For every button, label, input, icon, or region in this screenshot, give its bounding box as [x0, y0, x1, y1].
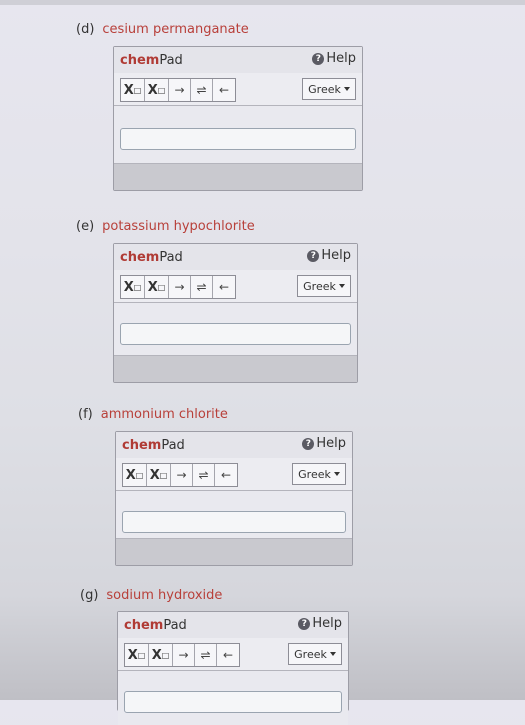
compound-name: potassium hypochlorite [102, 219, 255, 234]
chempad-brand: chemPad [124, 618, 187, 633]
help-icon: ? [302, 437, 315, 450]
greek-dropdown[interactable]: Greek [302, 78, 356, 100]
formula-input[interactable] [122, 511, 346, 533]
chempad-header: chemPad ? Help [116, 432, 352, 459]
format-tools: X □ X □ → ⇌ ← [120, 275, 236, 299]
help-icon: ? [307, 249, 320, 262]
greek-dropdown[interactable]: Greek [292, 463, 346, 485]
equilibrium-arrow-button[interactable]: ⇌ [195, 644, 217, 666]
formula-input[interactable] [124, 691, 342, 713]
format-tools: X □ X □ → ⇌ ← [122, 463, 238, 487]
greek-dropdown[interactable]: Greek [288, 643, 342, 665]
input-area [114, 106, 362, 160]
chempad-header: chemPad ? Help [118, 612, 348, 639]
chempad-header: chemPad ? Help [114, 244, 357, 271]
chempad-d: chemPad ? Help X □ X □ → ⇌ ← Greek [113, 46, 363, 191]
help-link[interactable]: ? Help [298, 616, 342, 631]
reaction-arrow-button[interactable]: → [173, 644, 195, 666]
chempad-toolbar: X □ X □ → ⇌ ← Greek [118, 638, 348, 671]
help-icon: ? [312, 52, 325, 65]
caret-down-icon [333, 472, 340, 476]
reaction-arrow-button[interactable]: → [171, 464, 193, 486]
input-area [118, 671, 348, 725]
input-area [114, 303, 357, 353]
chempad-brand: chemPad [120, 250, 183, 265]
chempad-f: chemPad ? Help X □ X □ → ⇌ ← Greek [115, 431, 353, 566]
chempad-e: chemPad ? Help X □ X □ → ⇌ ← Greek [113, 243, 358, 383]
backspace-button[interactable]: ← [215, 464, 237, 486]
question-e-label: (e) potassium hypochlorite [76, 219, 255, 234]
equilibrium-arrow-button[interactable]: ⇌ [191, 79, 213, 101]
format-tools: X □ X □ → ⇌ ← [124, 643, 240, 667]
question-f-label: (f) ammonium chlorite [78, 407, 228, 422]
help-icon: ? [298, 617, 311, 630]
reaction-arrow-button[interactable]: → [169, 79, 191, 101]
caret-down-icon [338, 284, 345, 288]
subscript-button[interactable]: X □ [123, 464, 147, 486]
question-letter: (f) [78, 407, 93, 422]
backspace-button[interactable]: ← [213, 276, 235, 298]
chempad-toolbar: X □ X □ → ⇌ ← Greek [116, 458, 352, 491]
chempad-brand: chemPad [122, 438, 185, 453]
top-divider [0, 0, 525, 5]
chempad-g: chemPad ? Help X □ X □ → ⇌ ← Greek [117, 611, 349, 725]
subscript-button[interactable]: X □ [121, 276, 145, 298]
compound-name: cesium permanganate [102, 22, 249, 37]
superscript-button[interactable]: X □ [147, 464, 171, 486]
greek-dropdown[interactable]: Greek [297, 275, 351, 297]
compound-name: ammonium chlorite [100, 407, 228, 422]
subscript-button[interactable]: X □ [125, 644, 149, 666]
superscript-button[interactable]: X □ [145, 276, 169, 298]
reaction-arrow-button[interactable]: → [169, 276, 191, 298]
question-letter: (e) [76, 219, 95, 234]
equilibrium-arrow-button[interactable]: ⇌ [191, 276, 213, 298]
caret-down-icon [343, 87, 350, 91]
equilibrium-arrow-button[interactable]: ⇌ [193, 464, 215, 486]
question-letter: (d) [76, 22, 95, 37]
format-tools: X □ X □ → ⇌ ← [120, 78, 236, 102]
chempad-brand: chemPad [120, 53, 183, 68]
caret-down-icon [329, 652, 336, 656]
subscript-button[interactable]: X □ [121, 79, 145, 101]
chempad-toolbar: X □ X □ → ⇌ ← Greek [114, 270, 357, 303]
compound-name: sodium hydroxide [106, 588, 223, 603]
chempad-toolbar: X □ X □ → ⇌ ← Greek [114, 73, 362, 106]
formula-input[interactable] [120, 323, 351, 345]
question-letter: (g) [80, 588, 99, 603]
help-link[interactable]: ? Help [307, 248, 351, 263]
input-area [116, 491, 352, 539]
chempad-footer [116, 538, 352, 565]
chempad-header: chemPad ? Help [114, 47, 362, 74]
superscript-button[interactable]: X □ [149, 644, 173, 666]
superscript-button[interactable]: X □ [145, 79, 169, 101]
help-link[interactable]: ? Help [312, 51, 356, 66]
backspace-button[interactable]: ← [217, 644, 239, 666]
question-d-label: (d) cesium permanganate [76, 22, 249, 37]
chempad-footer [114, 355, 357, 382]
backspace-button[interactable]: ← [213, 79, 235, 101]
help-link[interactable]: ? Help [302, 436, 346, 451]
chempad-footer [114, 163, 362, 190]
question-g-label: (g) sodium hydroxide [80, 588, 222, 603]
formula-input[interactable] [120, 128, 356, 150]
